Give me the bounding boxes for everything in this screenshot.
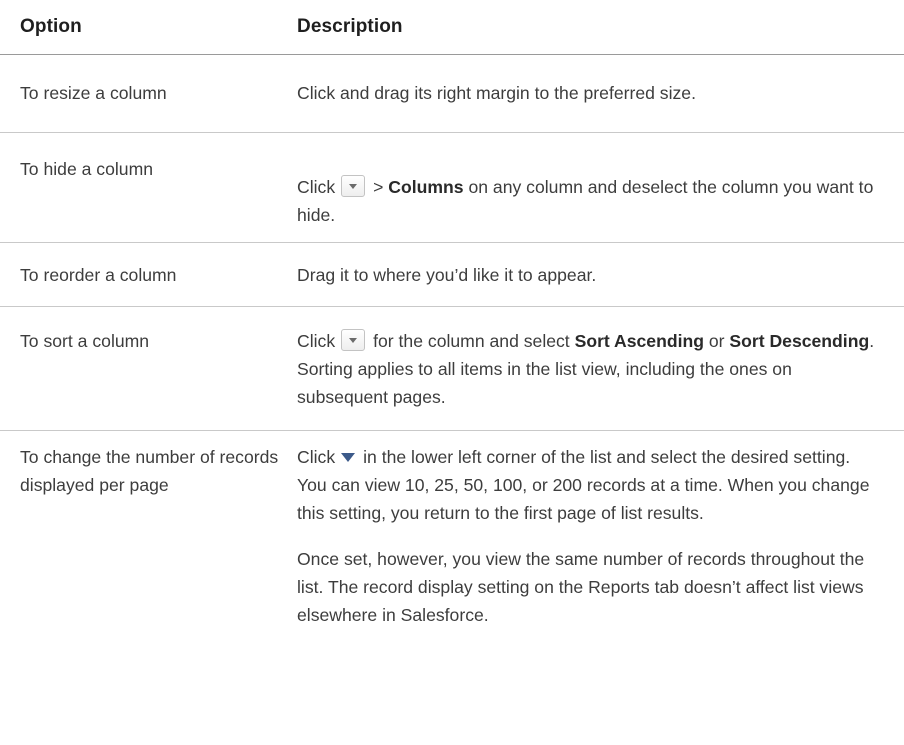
header-description: Description (297, 16, 403, 37)
dropdown-arrow-icon (341, 175, 366, 197)
option-cell: To resize a column (20, 83, 167, 103)
click-text: Click (297, 447, 336, 467)
option-cell: To sort a column (20, 331, 150, 351)
option-cell: To change the number of records displaye… (20, 447, 279, 495)
triangle-down-icon (341, 453, 356, 462)
description-cell: Click and drag its right margin to the p… (297, 83, 696, 103)
option-cell: To reorder a column (20, 265, 177, 285)
table-row: To change the number of records displaye… (0, 431, 904, 745)
description-cell: Click in the lower left corner of the lis… (297, 431, 904, 745)
bold-term-sort-descending: Sort Descending (729, 331, 870, 351)
description-text: for the column and select (373, 331, 570, 351)
option-cell: To hide a column (20, 159, 154, 179)
table-row: To hide a column Click > Columns on any c… (0, 133, 904, 243)
description-cell: Drag it to where you’d like it to appear… (297, 265, 597, 285)
table-row: To sort a column Click for the column and… (0, 307, 904, 431)
header-option: Option (20, 16, 82, 37)
description-text: in the lower left corner of the list and… (297, 447, 870, 523)
description-cell: Click > Columns on any column and deselec… (297, 133, 904, 242)
table-row: To resize a column Click and drag its ri… (0, 55, 904, 133)
description-paragraph: Once set, however, you view the same num… (297, 549, 865, 625)
click-text: Click (297, 177, 336, 197)
click-text: Click (297, 331, 336, 351)
options-table: Option Description To resize a column Cl… (0, 0, 904, 745)
bold-term-columns: Columns (388, 177, 464, 197)
gt-symbol: > (373, 177, 384, 197)
dropdown-arrow-icon (341, 329, 366, 351)
or-text: or (708, 331, 725, 351)
description-paragraph: Click in the lower left corner of the lis… (297, 443, 884, 527)
description-text: on any column and deselect the column yo… (297, 177, 874, 225)
table-row: To reorder a column Drag it to where you… (0, 243, 904, 307)
description-cell: Click for the column and select Sort Asce… (297, 307, 904, 430)
table-header-row: Option Description (0, 0, 904, 55)
bold-term-sort-ascending: Sort Ascending (574, 331, 704, 351)
